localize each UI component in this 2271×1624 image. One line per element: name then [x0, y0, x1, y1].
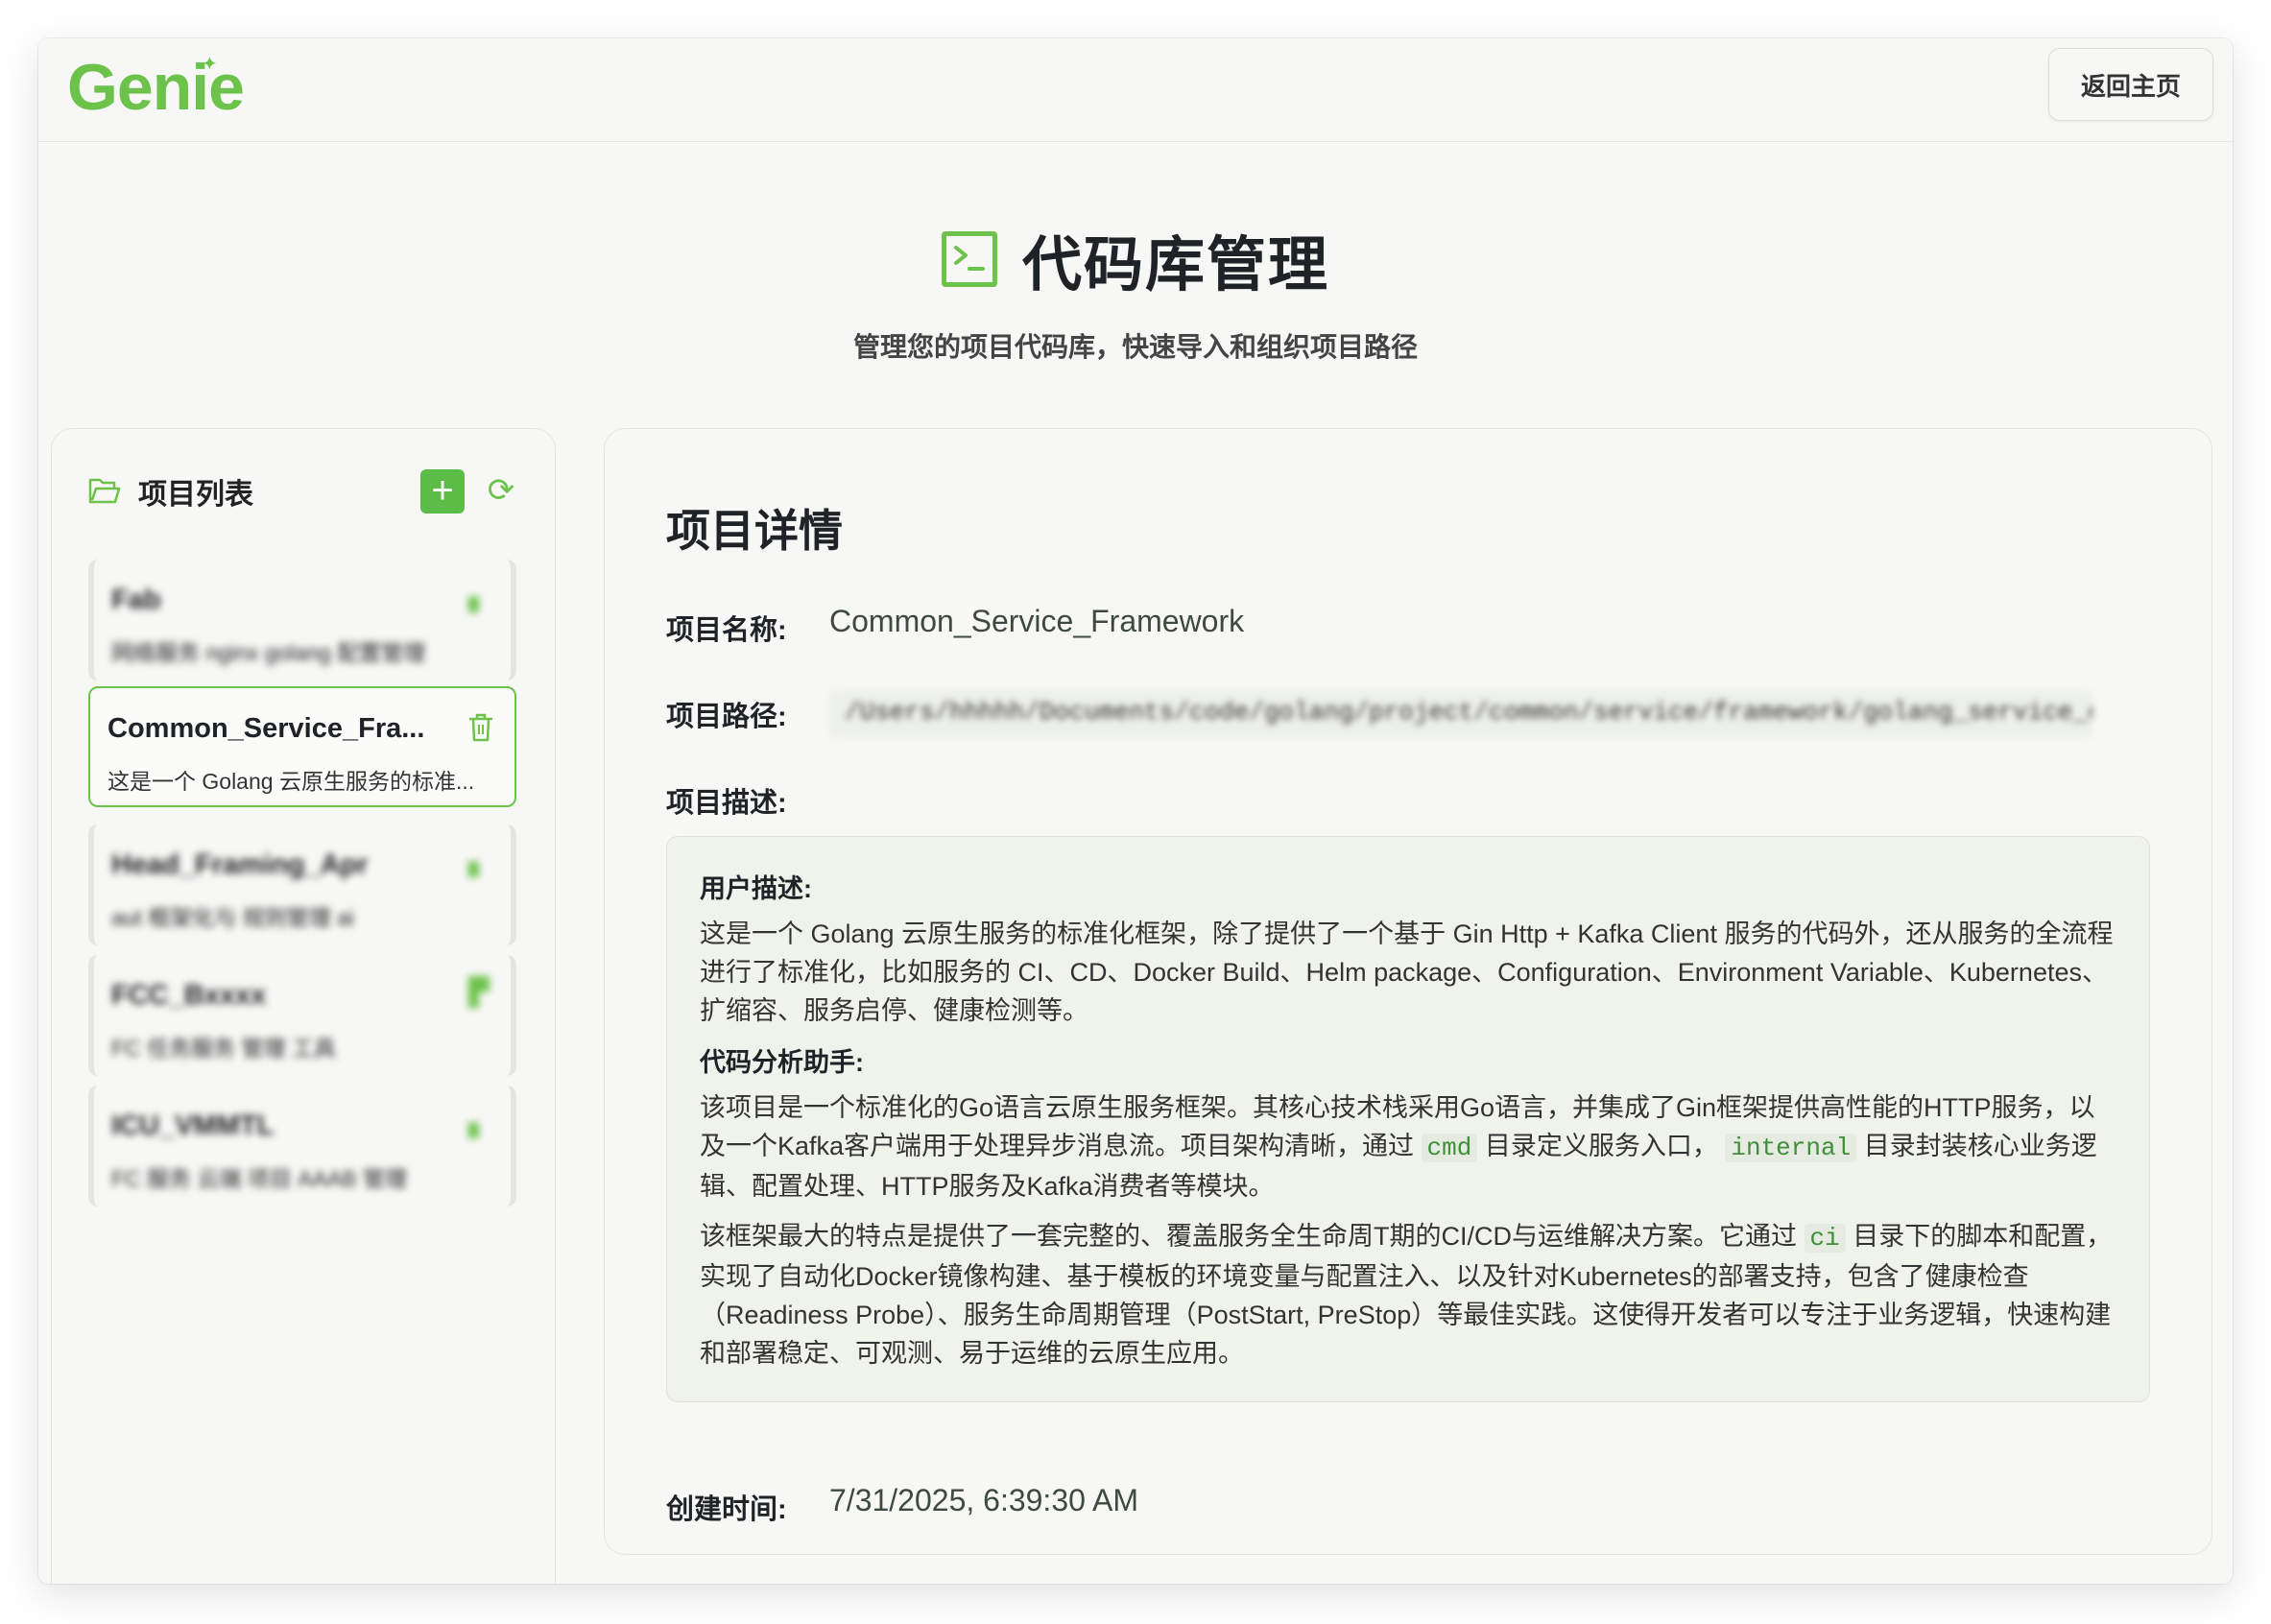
page-subtitle: 管理您的项目代码库，快速导入和组织项目路径 — [852, 332, 1418, 362]
edit-icon[interactable]: ▛ — [465, 976, 493, 1009]
project-detail-panel: 项目详情 项目名称: Common_Service_Framework 项目路径… — [604, 428, 2212, 1555]
created-time-value: 7/31/2025, 6:39:30 AM — [829, 1483, 1139, 1517]
edit-icon[interactable]: ▖ — [465, 581, 493, 613]
project-path-label: 项目路径: — [666, 702, 787, 732]
project-desc-label: 项目描述: — [666, 788, 787, 819]
project-name-label: 项目名称: — [666, 615, 787, 646]
app-window: Genie ✦ 返回主页 代码库管理 管理您的项目代码库，快速导入和组织项目路径… — [38, 38, 2233, 1584]
detail-title: 项目详情 — [666, 506, 843, 556]
project-name: FCC_Bxxxx — [111, 980, 267, 1011]
code-internal: internal — [1725, 1134, 1857, 1162]
created-time-label: 创建时间: — [666, 1494, 787, 1525]
project-item[interactable]: Head_Framing_Apr aut 框架化与 规则管理 ai ▖ — [88, 824, 516, 945]
page-title: 代码库管理 — [1021, 232, 1329, 299]
project-list-title: 项目列表 — [138, 479, 253, 511]
project-item[interactable]: Fab 网络服务 nginx golang 配置管理 ▖ — [88, 560, 516, 681]
assistant-paragraph-2: 该框架最大的特点是提供了一套完整的、覆盖服务全生命周T期的CI/CD与运维解决方… — [700, 1222, 2113, 1368]
project-desc: 这是一个 Golang 云原生服务的标准... — [108, 769, 475, 794]
trash-icon[interactable] — [468, 713, 493, 742]
project-list-panel: 项目列表 + ⟳ Fab 网络服务 nginx golang 配置管理 ▖ Co… — [51, 428, 556, 1584]
project-desc: FC 任务服务 管理 工具 — [111, 1036, 336, 1061]
assistant-paragraph-1: 该项目是一个标准化的Go语言云原生服务框架。其核心技术栈采用Go语言，并集成了G… — [700, 1093, 2097, 1201]
project-list-header: 项目列表 + ⟳ — [88, 467, 520, 515]
code-cmd: cmd — [1421, 1134, 1478, 1162]
project-path-value: /Users/hhhhh/Documents/code/golang/proje… — [829, 690, 2092, 738]
refresh-icon[interactable]: ⟳ — [482, 471, 520, 510]
project-item[interactable]: ICU_VMMTL FC 服务 云端 项目 AAAB 管理 ▖ — [88, 1086, 516, 1206]
project-name: ICU_VMMTL — [111, 1111, 275, 1141]
add-project-button[interactable]: + — [420, 469, 465, 513]
code-ci: ci — [1804, 1224, 1846, 1253]
project-item[interactable]: FCC_Bxxxx FC 任务服务 管理 工具 ▛ — [88, 955, 516, 1076]
sparkle-icon: ✦ — [202, 54, 218, 75]
folder-open-icon — [88, 478, 121, 504]
project-desc: 网络服务 nginx golang 配置管理 — [111, 640, 426, 665]
project-name: Head_Framing_Apr — [111, 849, 369, 880]
project-description-box: 用户描述: 这是一个 Golang 云原生服务的标准化框架，除了提供了一个基于 … — [666, 836, 2150, 1402]
page-header: 代码库管理 — [38, 216, 2233, 302]
terminal-icon — [941, 231, 997, 287]
top-bar: Genie ✦ 返回主页 — [38, 38, 2233, 142]
project-desc: FC 服务 云端 项目 AAAB 管理 — [111, 1166, 407, 1191]
project-name-value: Common_Service_Framework — [829, 604, 1245, 638]
project-desc: aut 框架化与 规则管理 ai — [111, 905, 355, 930]
user-desc-text: 这是一个 Golang 云原生服务的标准化框架，除了提供了一个基于 Gin Ht… — [700, 919, 2114, 1025]
assistant-heading: 代码分析助手: — [700, 1048, 864, 1077]
edit-icon[interactable]: ▖ — [465, 846, 493, 878]
project-item-selected[interactable]: Common_Service_Fra... 这是一个 Golang 云原生服务的… — [88, 686, 516, 807]
home-button[interactable]: 返回主页 — [2048, 48, 2213, 121]
user-desc-heading: 用户描述: — [700, 874, 812, 903]
project-name: Fab — [111, 585, 161, 615]
edit-icon[interactable]: ▖ — [465, 1107, 493, 1139]
project-name: Common_Service_Fra... — [108, 713, 425, 744]
